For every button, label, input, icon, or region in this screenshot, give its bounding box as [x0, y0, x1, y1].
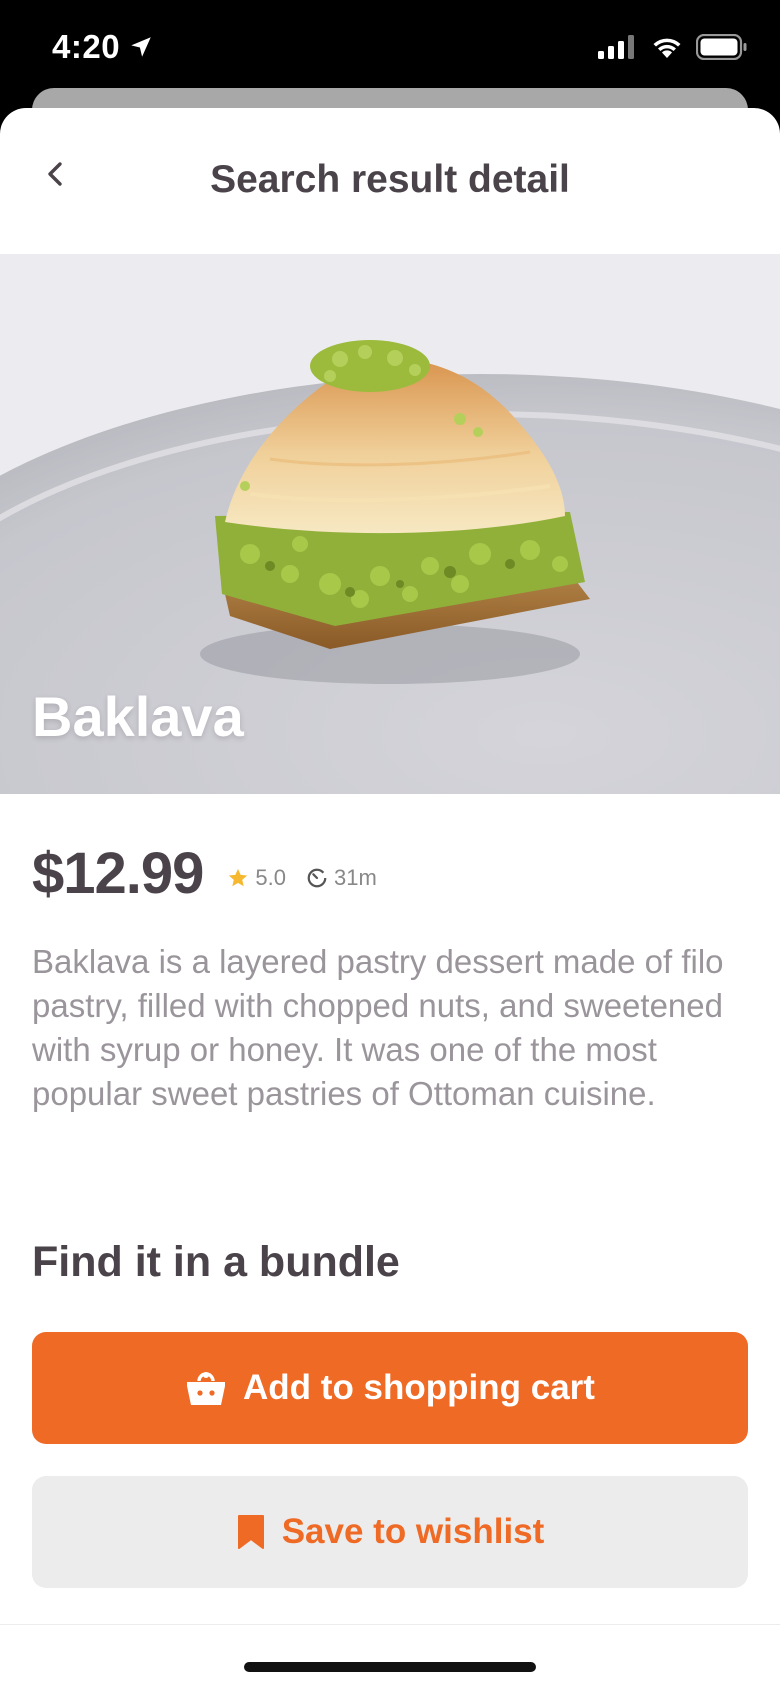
product-name: Baklava	[32, 685, 244, 748]
product-image: Baklava	[0, 254, 780, 794]
page-title: Search result detail	[210, 158, 570, 201]
save-to-wishlist-label: Save to wishlist	[281, 1512, 545, 1551]
wifi-icon	[653, 38, 681, 58]
device-frame: 4:20 Search result detail Baklava $12.99…	[0, 0, 780, 1688]
rating: 5.0	[227, 865, 286, 891]
status-bar: 4:20	[0, 0, 780, 100]
status-time: 4:20	[52, 28, 154, 66]
save-to-wishlist-button[interactable]: Save to wishlist	[32, 1476, 748, 1588]
signal-icon	[598, 35, 634, 59]
star-icon	[229, 868, 248, 886]
battery-icon	[696, 34, 747, 60]
product-price: $12.99	[32, 841, 204, 906]
timer-icon	[307, 868, 327, 887]
bookmark-icon	[237, 1515, 264, 1549]
basket-icon	[187, 1372, 226, 1405]
product-meta: $12.99 5.0 31m	[32, 840, 377, 907]
bottom-divider	[0, 1624, 780, 1625]
detail-sheet: Search result detail Baklava $12.99 5.0 …	[0, 108, 780, 1688]
prep-time-value: 31m	[334, 864, 377, 890]
prep-time: 31m	[306, 865, 377, 891]
status-icons	[598, 34, 748, 60]
add-to-cart-label: Add to shopping cart	[243, 1368, 595, 1407]
navigation-bar: Search result detail	[0, 108, 780, 254]
product-description: Baklava is a layered pastry dessert made…	[32, 943, 724, 1112]
add-to-cart-button[interactable]: Add to shopping cart	[32, 1332, 748, 1444]
bundle-heading: Find it in a bundle	[32, 1238, 400, 1286]
home-indicator[interactable]	[244, 1662, 536, 1672]
location-arrow-icon	[131, 37, 151, 57]
rating-value: 5.0	[255, 864, 286, 890]
clock-text: 4:20	[52, 28, 121, 65]
